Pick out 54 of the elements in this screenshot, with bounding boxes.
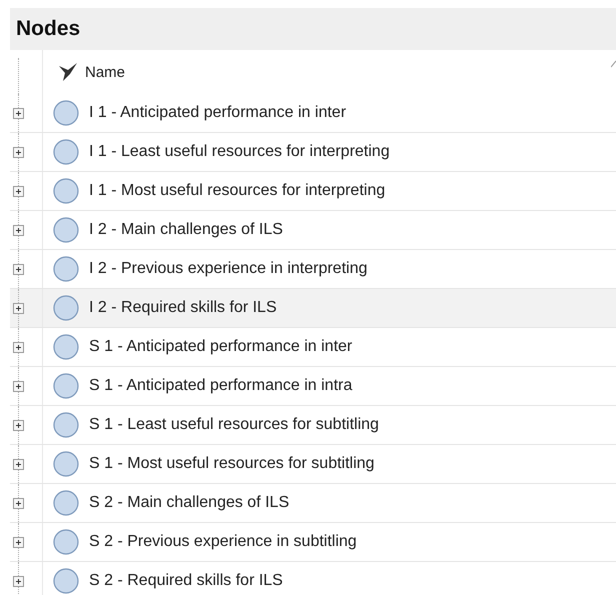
table-row[interactable]: S 2 - Main challenges of ILS: [10, 484, 616, 523]
node-name: I 1 - Least useful resources for interpreting: [89, 143, 390, 161]
expand-icon[interactable]: [13, 342, 24, 353]
node-name: S 2 - Required skills for ILS: [89, 572, 283, 590]
node-icon: [53, 490, 79, 516]
sort-icon[interactable]: [611, 60, 616, 68]
table-row[interactable]: I 1 - Anticipated performance in inter: [10, 94, 616, 133]
node-icon: [53, 295, 79, 321]
expand-icon[interactable]: [13, 108, 24, 119]
node-name: I 2 - Required skills for ILS: [89, 299, 277, 317]
table-row[interactable]: S 1 - Most useful resources for subtitling: [10, 445, 616, 484]
expand-icon[interactable]: [13, 537, 24, 548]
node-icon: [53, 100, 79, 126]
table-row[interactable]: I 1 - Most useful resources for interpreting: [10, 172, 616, 211]
expand-icon[interactable]: [13, 264, 24, 275]
node-name: S 2 - Previous experience in subtitling: [89, 533, 357, 551]
table-row[interactable]: I 2 - Required skills for ILS: [10, 289, 616, 328]
expand-icon[interactable]: [13, 420, 24, 431]
expand-icon[interactable]: [13, 186, 24, 197]
table-row[interactable]: S 1 - Least useful resources for subtitling: [10, 406, 616, 445]
expand-icon[interactable]: [13, 381, 24, 392]
node-name: I 1 - Anticipated performance in inter: [89, 104, 346, 122]
expand-icon[interactable]: [13, 225, 24, 236]
table-row[interactable]: S 2 - Previous experience in subtitling: [10, 523, 616, 562]
node-icon: [53, 217, 79, 243]
node-name: S 1 - Most useful resources for subtitling: [89, 455, 374, 473]
pin-icon: [57, 61, 79, 83]
column-header[interactable]: Name: [85, 64, 126, 80]
node-icon: [53, 412, 79, 438]
table-row[interactable]: I 1 - Least useful resources for interpreting: [10, 133, 616, 172]
expand-icon[interactable]: [13, 303, 24, 314]
table-row[interactable]: I 2 - Main challenges of ILS: [10, 211, 616, 250]
node-name: I 2 - Main challenges of ILS: [89, 221, 283, 239]
node-icon: [53, 451, 79, 477]
expand-icon[interactable]: [13, 498, 24, 509]
node-icon: [53, 568, 79, 594]
table-row[interactable]: S 1 - Anticipated performance in intra: [10, 367, 616, 406]
expand-icon[interactable]: [13, 459, 24, 470]
node-name: I 2 - Previous experience in interpreting: [89, 260, 368, 278]
node-name: I 1 - Most useful resources for interpreting: [89, 182, 386, 200]
expand-icon[interactable]: [13, 147, 24, 158]
node-icon: [53, 373, 79, 399]
node-icon: [53, 256, 79, 282]
node-icon: [53, 178, 79, 204]
node-name: S 1 - Anticipated performance in inter: [89, 338, 352, 356]
panel-title: Nodes: [10, 8, 616, 50]
node-name: S 1 - Least useful resources for subtitling: [89, 416, 379, 434]
table-row[interactable]: S 1 - Anticipated performance in inter: [10, 328, 616, 367]
node-icon: [53, 139, 79, 165]
node-icon: [53, 334, 79, 360]
node-name: S 2 - Main challenges of ILS: [89, 494, 290, 512]
node-name: S 1 - Anticipated performance in intra: [89, 377, 352, 395]
expand-icon[interactable]: [13, 576, 24, 587]
node-icon: [53, 529, 79, 555]
